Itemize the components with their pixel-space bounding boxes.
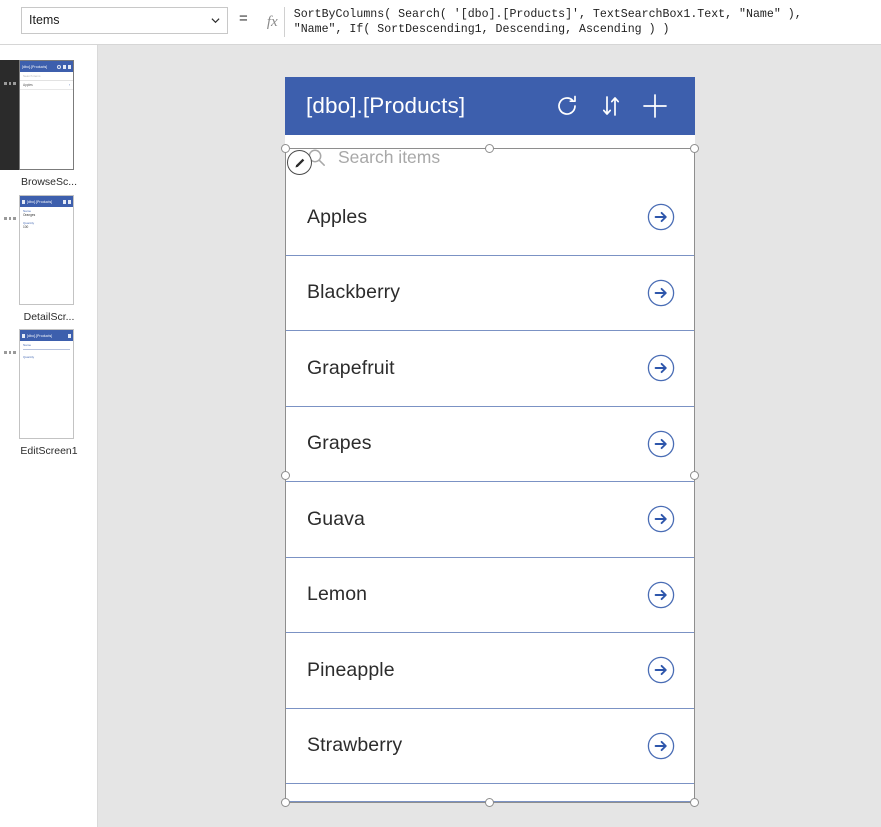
- row-title: Pineapple: [307, 658, 395, 681]
- row-title: Grapes: [307, 432, 372, 455]
- arrow-right-icon[interactable]: [647, 430, 675, 458]
- thumb-header: [dbo].[Products]: [20, 330, 73, 341]
- row-title: Grapefruit: [307, 356, 395, 379]
- thumb-field-label: Name: [23, 209, 32, 213]
- pencil-icon: [295, 158, 304, 167]
- add-item-button[interactable]: [633, 84, 677, 128]
- screen-label-edit: EditScreen1: [20, 445, 78, 457]
- app-title: [dbo].[Products]: [306, 93, 466, 118]
- table-row[interactable]: Grapes: [285, 406, 695, 482]
- thumb-field-name: Name: [20, 341, 73, 348]
- arrow-right-icon[interactable]: [647, 203, 675, 231]
- screen-thumbnail-edit[interactable]: [dbo].[Products] Name Quantity: [19, 329, 74, 439]
- formula-bar: Items = fx SortByColumns( Search( '[dbo]…: [0, 0, 881, 45]
- thumb-check-icon: [68, 333, 71, 338]
- table-row[interactable]: Strawberry: [285, 708, 695, 784]
- design-canvas[interactable]: [dbo].[Products] Search items Apples Bla…: [98, 45, 881, 827]
- thumb-header: [dbo].[Products]: [20, 61, 73, 72]
- arrow-right-icon[interactable]: [647, 732, 675, 760]
- table-row[interactable]: Guava: [285, 482, 695, 558]
- drag-handle-icon[interactable]: [4, 82, 17, 86]
- fx-glyph: fx: [266, 13, 278, 30]
- row-title: Guava: [307, 507, 365, 530]
- screen-label-browse: BrowseSc...: [20, 176, 78, 188]
- thumb-title: [dbo].[Products]: [27, 199, 53, 204]
- app-preview: [dbo].[Products] Search items Apples Bla…: [285, 77, 695, 802]
- arrow-right-icon[interactable]: [647, 279, 675, 307]
- arrow-right-icon[interactable]: [647, 354, 675, 382]
- thumb-edit-icon: [68, 199, 71, 204]
- equals-sign: =: [239, 10, 248, 27]
- table-row[interactable]: Grapefruit: [285, 331, 695, 407]
- formula-line-1: SortByColumns( Search( '[dbo].[Products]…: [293, 8, 802, 21]
- app-header: [dbo].[Products]: [285, 77, 695, 135]
- thumb-arrow-icon: ›: [68, 83, 70, 87]
- drag-handle-icon[interactable]: [4, 351, 17, 355]
- thumb-input-underline: [23, 349, 70, 351]
- screen-thumbnail-detail[interactable]: [dbo].[Products] Name Oranges Quantity 1…: [19, 195, 74, 305]
- thumb-header: [dbo].[Products]: [20, 196, 73, 207]
- thumb-cancel-icon: [22, 333, 25, 338]
- table-row-partial[interactable]: [285, 784, 695, 802]
- drag-handle-icon[interactable]: [4, 217, 17, 221]
- edit-gallery-button[interactable]: [287, 150, 312, 175]
- property-selector-wrap: Items: [21, 7, 228, 34]
- table-row[interactable]: Blackberry: [285, 255, 695, 331]
- thumb-title: [dbo].[Products]: [22, 64, 48, 69]
- thumb-field-value: Oranges: [23, 213, 36, 218]
- screen-label-detail: DetailScr...: [23, 311, 75, 323]
- search-placeholder: Search items: [338, 147, 441, 167]
- formula-input[interactable]: SortByColumns( Search( '[dbo].[Products]…: [294, 7, 881, 37]
- row-title: Strawberry: [307, 734, 403, 757]
- thumb-field-quantity: Quantity: [20, 353, 73, 360]
- gallery-list[interactable]: Apples Blackberry Grapefruit Grapes Guav…: [285, 180, 695, 802]
- thumb-field-name: Name Oranges: [20, 207, 73, 219]
- table-row[interactable]: Pineapple: [285, 633, 695, 709]
- screen-selected-indicator: [0, 60, 19, 170]
- thumb-search-box: Search items: [20, 72, 73, 81]
- property-select[interactable]: Items: [21, 7, 228, 34]
- thumb-field-label: Name: [23, 343, 32, 347]
- fx-icon: fx: [261, 7, 285, 37]
- table-row[interactable]: Lemon: [285, 557, 695, 633]
- thumb-list-row: Apples ›: [20, 81, 73, 90]
- row-title: Blackberry: [307, 281, 401, 304]
- row-title: Lemon: [307, 583, 368, 606]
- sort-icon: [602, 96, 620, 116]
- thumb-sort-icon: [63, 64, 66, 69]
- refresh-button[interactable]: [545, 84, 589, 128]
- row-title: Apples: [307, 205, 368, 228]
- thumb-field-label: Quantity: [23, 220, 35, 225]
- search-box[interactable]: Search items: [285, 135, 695, 180]
- sort-button[interactable]: [589, 84, 633, 128]
- thumb-refresh-icon: [57, 64, 61, 69]
- refresh-icon: [558, 95, 576, 115]
- screens-panel: [dbo].[Products] Search items Apples › B…: [0, 45, 98, 827]
- thumb-field-quantity: Quantity 100: [20, 219, 73, 231]
- table-row[interactable]: Apples: [285, 180, 695, 256]
- plus-icon: [643, 94, 667, 118]
- thumb-back-icon: [22, 199, 25, 204]
- screen-thumbnail-browse[interactable]: [dbo].[Products] Search items Apples ›: [19, 60, 74, 170]
- arrow-right-icon[interactable]: [647, 656, 675, 684]
- thumb-field-label: Quantity: [23, 355, 35, 360]
- thumb-plus-icon: [68, 64, 71, 69]
- thumb-delete-icon: [63, 199, 66, 204]
- thumb-field-value: 100: [23, 225, 29, 230]
- thumb-title: [dbo].[Products]: [27, 333, 53, 338]
- arrow-right-icon[interactable]: [647, 581, 675, 609]
- formula-line-2: "Name", If( SortDescending1, Descending,…: [293, 22, 670, 36]
- thumb-row-label: Apples: [23, 83, 33, 87]
- arrow-right-icon[interactable]: [647, 505, 675, 533]
